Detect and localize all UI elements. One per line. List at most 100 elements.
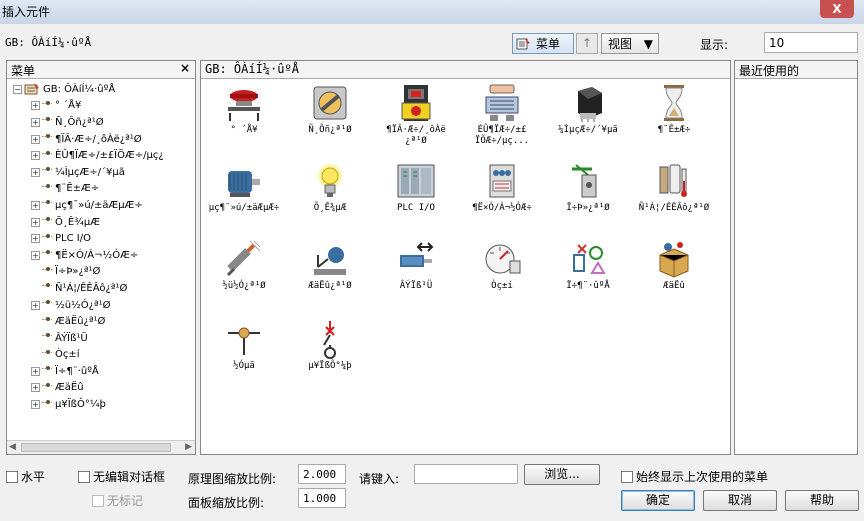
tree-item[interactable]: + ÈÛ¶ÏÆ÷/±£ÏÕÆ÷/µç¿ [31, 147, 195, 164]
tree-item[interactable]: + µç¶¯»ú/±äÆµÆ÷ [31, 197, 195, 214]
scroll-thumb[interactable] [21, 443, 171, 452]
expand-icon[interactable]: + [31, 117, 40, 127]
symbol-cell[interactable]: ¶ÏÂ·Æ÷/¸ôÀë ¿ª¹Ø [375, 83, 457, 163]
expand-icon[interactable]: + [31, 217, 40, 227]
menu-toggle-button[interactable]: 菜单 [512, 33, 574, 54]
tree-item[interactable]: + ¼ÌµçÆ÷/´¥µã [31, 164, 195, 181]
symbol-label: ÆäËû¿ª¹Ø [308, 281, 352, 291]
tree-item[interactable]: + PLC I/O [31, 230, 195, 247]
window-title: 插入元件 [2, 5, 51, 19]
tree-root-label: GB: Ô­ÀíÍ¼·ûºÅ [43, 83, 116, 95]
symbol-cell[interactable]: ¼ÌµçÆ÷/´¥µã [547, 83, 629, 163]
symbol-cell[interactable]: Ï÷¶¨·ûºÅ [547, 239, 629, 319]
symbol-label: ÆäËû [663, 281, 685, 291]
menu-tree-pane: 菜单 × − GB: Ô­ÀíÍ¼·ûºÅ + ° ´Å¥ + Ñ¸Ôñ¿ª¹Ø + ¶Ï… [6, 60, 196, 455]
browse-button[interactable]: 浏览... [524, 464, 600, 485]
tree-item[interactable]: Ñ¹Á¦/ÊÊÂô¿ª¹Ø [31, 280, 195, 297]
panel-scale-input[interactable] [298, 488, 346, 508]
no-tag-checkbox-box[interactable] [92, 494, 104, 507]
expand-icon[interactable]: + [31, 383, 40, 393]
folder-node-icon [42, 217, 52, 225]
symbol-cell[interactable]: ¶Ë×Ó/Á¬½ÓÆ÷ [461, 161, 543, 241]
symbol-cell[interactable]: ÆäËû [633, 239, 715, 319]
tree-item[interactable]: Òç±í [31, 347, 195, 364]
schematic-scale-input[interactable] [298, 464, 346, 484]
ok-button[interactable]: 确定 [621, 490, 695, 511]
symbol-cell[interactable]: ¶¨Ê±Æ÷ [633, 83, 715, 163]
expand-icon[interactable]: + [31, 200, 40, 210]
tree-item[interactable]: Ï÷Þ»¿ª¹Ø [31, 264, 195, 281]
up-level-button[interactable]: ↑ [576, 33, 598, 54]
expand-icon[interactable]: + [31, 167, 40, 177]
symbol-cell[interactable]: ½Óµã [203, 319, 285, 399]
symbol-cell[interactable]: Ñ¸Ôñ¿ª¹Ø [289, 83, 371, 163]
folder-node-icon [42, 300, 52, 308]
symbol-label: ¶Ë×Ó/Á¬½ÓÆ÷ [472, 203, 532, 213]
tree-item[interactable]: ¶¨Ê±Æ÷ [31, 181, 195, 198]
view-dropdown[interactable]: 视图 ▼ [601, 33, 659, 54]
symbol-cell[interactable]: Ï÷Þ»¿ª¹Ø [547, 161, 629, 241]
no-edit-dialog-checkbox-box[interactable] [78, 470, 90, 483]
tree-item-label: Õ¸Ê¾µÆ [55, 216, 100, 228]
symbol-cell[interactable]: ½ü½Ó¿ª¹Ø [203, 239, 285, 319]
tree-item-label: Òç±í [55, 349, 80, 361]
schematic-scale-label: 原理图缩放比例: [188, 472, 277, 486]
tree-item[interactable]: + Õ¸Ê¾µÆ [31, 214, 195, 231]
symbol-label: ° ´Å¥ [230, 125, 258, 135]
no-edit-dialog-checkbox[interactable]: 无编辑对话框 [78, 468, 165, 485]
no-tag-label: 无标记 [107, 494, 144, 508]
tree-item[interactable]: + Ñ¸Ôñ¿ª¹Ø [31, 114, 195, 131]
menu-tree-title: 菜单 [11, 64, 36, 78]
single-line-icon [310, 319, 350, 359]
always-show-checkbox-box[interactable] [621, 470, 633, 483]
expand-icon[interactable]: + [31, 134, 40, 144]
tree-item[interactable]: ÆäËû¿ª¹Ø [31, 313, 195, 330]
tree-root[interactable]: − GB: Ô­ÀíÍ¼·ûºÅ [13, 81, 195, 98]
symbol-cell[interactable]: Ñ¹Á¦/ÊÊÂô¿ª¹Ø [633, 161, 715, 241]
symbol-cell[interactable]: ÈÛ¶ÏÆ÷/±£ ÏÕÆ÷/µç... [461, 83, 543, 163]
symbol-cell[interactable]: Õ¸Ê¾µÆ [289, 161, 371, 241]
tree-item[interactable]: + ÆäËû [31, 380, 195, 397]
key-in-input[interactable] [414, 464, 518, 484]
scroll-right-icon[interactable]: ▶ [185, 442, 192, 452]
tree-horizontal-scrollbar[interactable]: ◀ ▶ [7, 440, 195, 454]
symbol-label: ÂÝÏß¹Ü [399, 281, 433, 291]
horizontal-checkbox[interactable]: 水平 [6, 468, 45, 485]
symbol-label: µ¥ÏßÔ°¼þ [308, 361, 352, 371]
always-show-last-menu-checkbox[interactable]: 始终显示上次使用的菜单 [621, 468, 768, 485]
close-window-button[interactable]: X [820, 0, 854, 18]
tree-item[interactable]: + ° ´Å¥ [31, 98, 195, 115]
scroll-left-icon[interactable]: ◀ [9, 442, 16, 452]
symbol-cell[interactable]: µ¥ÏßÔ°¼þ [289, 319, 371, 399]
symbol-cell[interactable]: µç¶¯»ú/±äÆµÆ÷ [203, 161, 285, 241]
symbol-cell[interactable]: ÆäËû¿ª¹Ø [289, 239, 371, 319]
symbol-cell[interactable]: ° ´Å¥ [203, 83, 285, 163]
expand-icon[interactable]: + [31, 400, 40, 410]
collapse-icon[interactable]: − [13, 84, 22, 94]
horizontal-checkbox-box[interactable] [6, 470, 18, 483]
horizontal-checkbox-label: 水平 [21, 470, 46, 484]
symbol-cell[interactable]: Òç±í [461, 239, 543, 319]
expand-icon[interactable]: + [31, 234, 40, 244]
fuse-transformer-icon [482, 83, 522, 123]
tree-item[interactable]: ÂÝÏß¹Ü [31, 330, 195, 347]
symbol-cell[interactable]: ÂÝÏß¹Ü [375, 239, 457, 319]
tree-item[interactable]: + ¶Ë×Ó/Á¬½ÓÆ÷ [31, 247, 195, 264]
help-button[interactable]: 帮助 [785, 490, 859, 511]
tree-item[interactable]: + ¶ÏÂ·Æ÷/¸ôÀë¿ª¹Ø [31, 131, 195, 148]
motor-icon [224, 161, 264, 201]
expand-icon[interactable]: + [31, 151, 40, 161]
expand-icon[interactable]: + [31, 101, 40, 111]
no-tag-checkbox[interactable]: 无标记 [92, 492, 143, 509]
close-icon[interactable]: × [180, 61, 190, 75]
expand-icon[interactable]: + [31, 300, 40, 310]
expand-icon[interactable]: + [31, 250, 40, 260]
expand-icon[interactable]: + [31, 366, 40, 376]
leaf-icon [31, 284, 40, 293]
cancel-button[interactable]: 取消 [703, 490, 777, 511]
tree-item[interactable]: + µ¥ÏßÔ°¼þ [31, 396, 195, 413]
show-count-input[interactable] [764, 32, 858, 53]
symbol-cell[interactable]: PLC I/O [375, 161, 457, 241]
tree-item[interactable]: + ½ü½Ó¿ª¹Ø [31, 297, 195, 314]
tree-item[interactable]: + Ï÷¶¨·ûºÅ [31, 363, 195, 380]
